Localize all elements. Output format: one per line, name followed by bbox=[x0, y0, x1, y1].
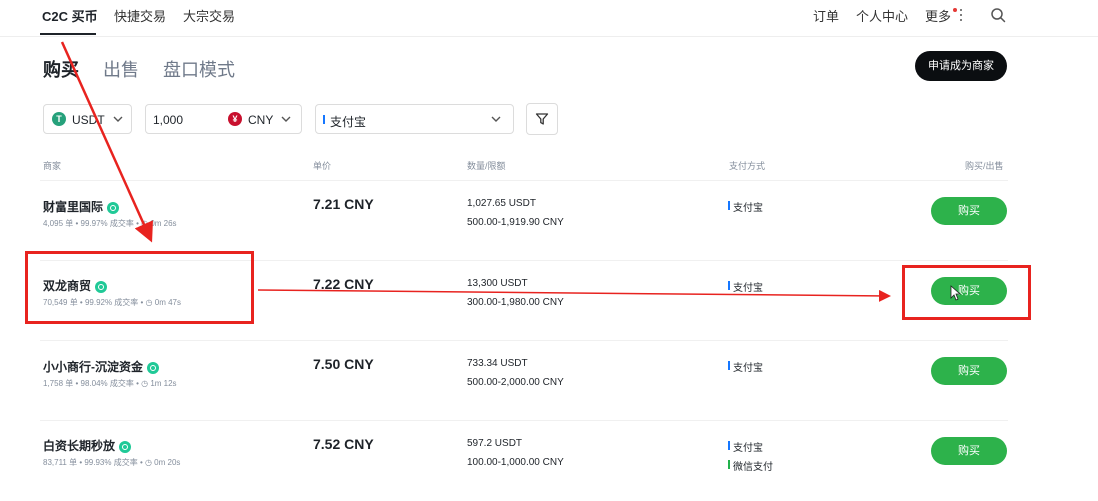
arrow-to-buy-button bbox=[257, 289, 891, 302]
cursor-icon bbox=[950, 285, 962, 301]
annotation-arrows bbox=[60, 41, 962, 302]
arrow-to-merchant bbox=[60, 41, 153, 243]
